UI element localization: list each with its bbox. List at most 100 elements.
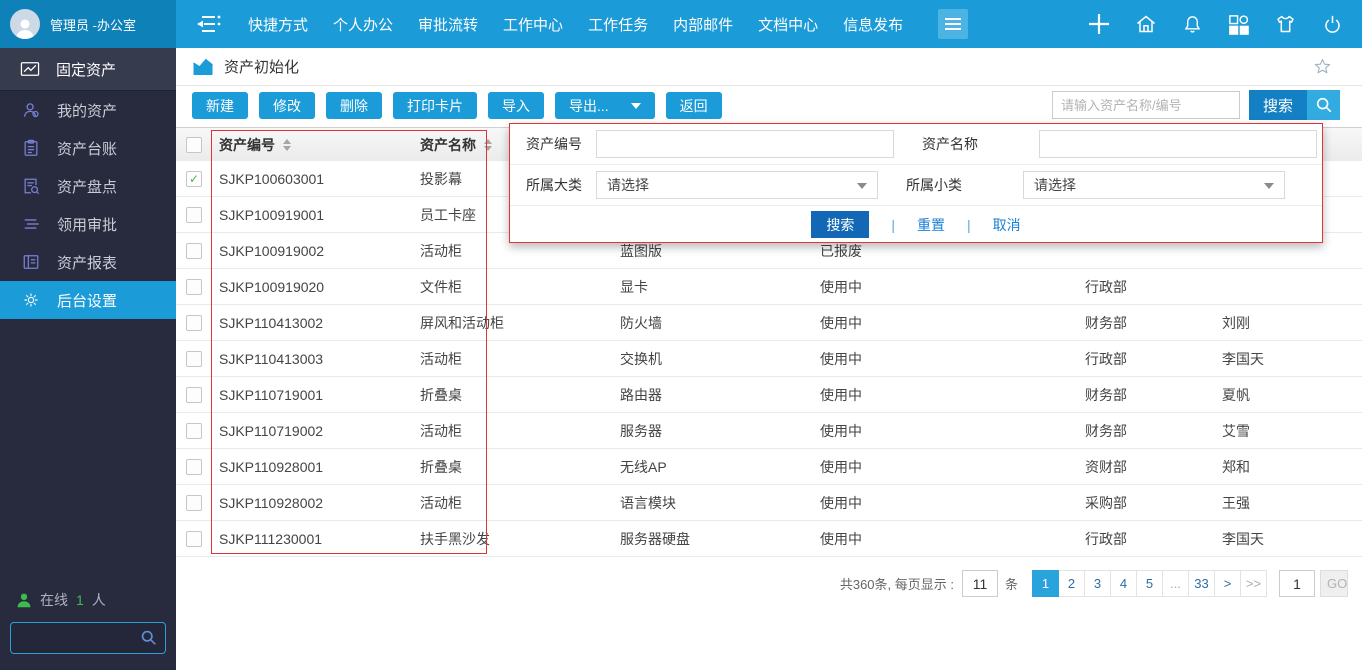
select-all-checkbox[interactable] xyxy=(186,137,202,153)
page-button[interactable]: 3 xyxy=(1085,570,1111,597)
cell-status: 使用中 xyxy=(820,457,1085,477)
last-page-button[interactable]: >> xyxy=(1241,570,1267,597)
row-checkbox[interactable]: ✓ xyxy=(186,171,202,187)
row-checkbox[interactable] xyxy=(186,351,202,367)
nav-item[interactable]: 信息发布 xyxy=(843,14,903,35)
reset-link[interactable]: 重置 xyxy=(917,215,945,235)
page-button[interactable]: 4 xyxy=(1111,570,1137,597)
cell-status: 使用中 xyxy=(820,421,1085,441)
apps-icon[interactable] xyxy=(1227,13,1250,36)
sidebar-item-asset-reports[interactable]: 资产报表 xyxy=(0,243,176,281)
table-row[interactable]: SJKP110928002活动柜语言模块使用中采购部王强 xyxy=(176,485,1362,521)
plus-icon[interactable] xyxy=(1087,12,1111,36)
row-checkbox[interactable] xyxy=(186,387,202,403)
print-card-button[interactable]: 打印卡片 xyxy=(393,92,477,119)
sort-icon[interactable] xyxy=(484,139,492,151)
row-checkbox[interactable] xyxy=(186,279,202,295)
sidebar-item-my-assets[interactable]: 我的资产 xyxy=(0,91,176,129)
cell-code: SJKP110928002 xyxy=(212,495,420,511)
nav-item[interactable]: 工作任务 xyxy=(588,14,648,35)
row-checkbox[interactable] xyxy=(186,315,202,331)
gear-icon xyxy=(22,291,40,309)
filter-search-button[interactable]: 搜索 xyxy=(811,211,869,238)
filter-actions: 搜索 | 重置 | 取消 xyxy=(510,206,1322,243)
cell-status: 使用中 xyxy=(820,349,1085,369)
goto-page-input[interactable] xyxy=(1279,570,1315,597)
sidebar-search-input[interactable] xyxy=(17,625,141,651)
table-row[interactable]: SJKP110413002屏风和活动柜防火墙使用中财务部刘刚 xyxy=(176,305,1362,341)
row-checkbox[interactable] xyxy=(186,495,202,511)
favorite-star-icon[interactable] xyxy=(1313,57,1332,76)
header-asset-code[interactable]: 资产编号 xyxy=(212,135,420,155)
table-row[interactable]: SJKP110413003活动柜交换机使用中行政部李国天 xyxy=(176,341,1362,377)
page-button[interactable]: ... xyxy=(1163,570,1189,597)
page-size-input[interactable] xyxy=(962,570,998,597)
online-unit: 人 xyxy=(92,590,106,610)
cell-code: SJKP110719002 xyxy=(212,423,420,439)
asset-name-label: 资产名称 xyxy=(922,134,1039,154)
sidebar-item-asset-ledger[interactable]: 资产台账 xyxy=(0,129,176,167)
nav-item[interactable]: 审批流转 xyxy=(418,14,478,35)
nav-item[interactable]: 内部邮件 xyxy=(673,14,733,35)
page-button[interactable]: 33 xyxy=(1189,570,1215,597)
subcategory-select[interactable]: 请选择 xyxy=(1023,171,1285,199)
table-row[interactable]: SJKP111230001扶手黑沙发服务器硬盘使用中行政部李国天 xyxy=(176,521,1362,557)
row-checkbox[interactable] xyxy=(186,243,202,259)
page-button[interactable]: 1 xyxy=(1032,570,1059,597)
row-checkbox[interactable] xyxy=(186,459,202,475)
back-button[interactable]: 返回 xyxy=(666,92,722,119)
cell-name: 文件柜 xyxy=(420,277,620,297)
pagination-total-label: 共360条, 每页显示 : xyxy=(840,574,954,593)
delete-button[interactable]: 删除 xyxy=(326,92,382,119)
sort-icon[interactable] xyxy=(283,139,291,151)
doc-search-icon xyxy=(22,177,40,195)
nav-item[interactable]: 文档中心 xyxy=(758,14,818,35)
nav-item[interactable]: 个人办公 xyxy=(333,14,393,35)
theme-icon[interactable] xyxy=(1273,12,1298,36)
table-row[interactable]: SJKP110719002活动柜服务器使用中财务部艾雪 xyxy=(176,413,1362,449)
row-checkbox[interactable] xyxy=(186,207,202,223)
search-magnifier-button[interactable] xyxy=(1307,90,1340,120)
online-status: 在线1人 xyxy=(16,590,166,610)
edit-button[interactable]: 修改 xyxy=(259,92,315,119)
asset-name-input[interactable] xyxy=(1039,130,1317,158)
title-bar: 资产初始化 xyxy=(176,48,1362,86)
nav-item[interactable]: 工作中心 xyxy=(503,14,563,35)
search-icon[interactable] xyxy=(140,629,157,646)
bell-icon[interactable] xyxy=(1181,12,1204,36)
cancel-link[interactable]: 取消 xyxy=(993,215,1021,235)
chart-icon xyxy=(20,60,40,78)
sidebar-item-approval[interactable]: 领用审批 xyxy=(0,205,176,243)
go-button[interactable]: GO xyxy=(1320,570,1348,597)
sidebar-item-label: 我的资产 xyxy=(57,100,117,121)
row-checkbox[interactable] xyxy=(186,531,202,547)
cell-name: 扶手黑沙发 xyxy=(420,529,620,549)
avatar[interactable] xyxy=(10,9,40,39)
table-row[interactable]: SJKP110719001折叠桌路由器使用中财务部夏帆 xyxy=(176,377,1362,413)
sidebar-item-label: 资产盘点 xyxy=(57,176,117,197)
next-page-button[interactable]: > xyxy=(1215,570,1241,597)
sidebar-item-asset-inventory[interactable]: 资产盘点 xyxy=(0,167,176,205)
page-button[interactable]: 5 xyxy=(1137,570,1163,597)
row-checkbox[interactable] xyxy=(186,423,202,439)
user-info[interactable]: 管理员 -办公室 xyxy=(0,0,176,48)
import-button[interactable]: 导入 xyxy=(488,92,544,119)
online-label: 在线 xyxy=(40,590,68,610)
search-button[interactable]: 搜索 xyxy=(1249,90,1307,120)
collapse-menu-icon[interactable] xyxy=(194,11,222,37)
new-button[interactable]: 新建 xyxy=(192,92,248,119)
home-icon[interactable] xyxy=(1134,12,1158,36)
sidebar-item-label: 资产报表 xyxy=(57,252,117,273)
table-row[interactable]: SJKP110928001折叠桌无线AP使用中资财部郑和 xyxy=(176,449,1362,485)
asset-search-input[interactable] xyxy=(1052,91,1240,119)
power-icon[interactable] xyxy=(1321,12,1344,36)
nav-item[interactable]: 快捷方式 xyxy=(248,14,308,35)
hamburger-menu-icon[interactable] xyxy=(938,9,968,39)
table-row[interactable]: SJKP100919020文件柜显卡使用中行政部 xyxy=(176,269,1362,305)
category-select[interactable]: 请选择 xyxy=(596,171,878,199)
page-button[interactable]: 2 xyxy=(1059,570,1085,597)
export-dropdown-button[interactable]: 导出... xyxy=(555,92,655,119)
asset-code-input[interactable] xyxy=(596,130,894,158)
sidebar-item-settings[interactable]: 后台设置 xyxy=(0,281,176,319)
sidebar-module-fixed-assets[interactable]: 固定资产 xyxy=(0,48,176,91)
